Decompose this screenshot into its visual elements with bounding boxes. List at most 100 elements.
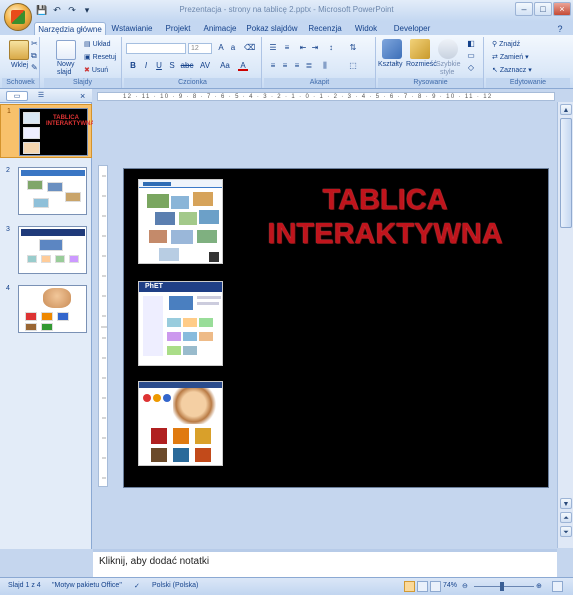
select-button[interactable]: ↖ Zaznacz ▾: [492, 66, 532, 74]
bold-button[interactable]: B: [128, 61, 138, 71]
office-button[interactable]: [4, 3, 32, 31]
shapes-button[interactable]: Kształty: [378, 61, 403, 68]
reset-button[interactable]: ▣ Resetuj: [84, 53, 116, 61]
slide-image-website-2[interactable]: PhET: [138, 281, 223, 366]
quick-styles-button[interactable]: Szybkie: [436, 61, 461, 68]
shapes-icon[interactable]: [382, 39, 402, 59]
shadow-button[interactable]: S: [167, 61, 177, 71]
slideshow-view-button[interactable]: [430, 581, 441, 592]
slide-image-website-3[interactable]: [138, 381, 223, 466]
vertical-scrollbar[interactable]: ▲ ▼ ⏶ ⏷: [557, 102, 573, 548]
undo-icon[interactable]: ↶: [51, 4, 63, 16]
smartart-icon[interactable]: ⬚: [348, 61, 358, 71]
shape-effects-icon[interactable]: ◇: [466, 63, 476, 73]
layout-button[interactable]: ▤ Układ: [84, 40, 110, 48]
tab-animations[interactable]: Animacje: [200, 22, 240, 36]
copy-icon[interactable]: ⧉: [31, 51, 37, 61]
grow-font-icon[interactable]: A: [216, 43, 226, 53]
numbering-icon[interactable]: ≡: [282, 43, 292, 53]
tab-design[interactable]: Projekt: [162, 22, 194, 36]
new-slide-button[interactable]: Nowy: [57, 61, 75, 68]
language-indicator[interactable]: Polski (Polska): [152, 582, 198, 589]
paste-button[interactable]: Wklej: [11, 62, 28, 69]
columns-icon[interactable]: ⫼: [320, 61, 330, 71]
tab-slideshow[interactable]: Pokaz slajdów: [246, 22, 298, 36]
tab-view[interactable]: Widok: [350, 22, 382, 36]
shape-fill-icon[interactable]: ◧: [466, 39, 476, 49]
italic-button[interactable]: I: [141, 61, 151, 71]
scrollbar-thumb[interactable]: [560, 118, 572, 228]
horizontal-ruler[interactable]: 12 · 11 · 10 · 9 · 8 · 7 · 6 · 5 · 4 · 3…: [97, 92, 555, 101]
find-button[interactable]: ⚲ Znajdź: [492, 40, 520, 48]
slide-thumbnail-4[interactable]: 4: [0, 282, 92, 336]
text-direction-icon[interactable]: ⇅: [348, 43, 358, 53]
font-size-input[interactable]: 12: [188, 43, 212, 54]
bullets-icon[interactable]: ☰: [268, 43, 278, 53]
arrange-icon[interactable]: [410, 39, 430, 59]
minimize-button[interactable]: –: [515, 2, 533, 16]
redo-icon[interactable]: ↷: [66, 4, 78, 16]
next-slide-button[interactable]: ⏷: [560, 526, 572, 537]
notes-pane[interactable]: Kliknij, aby dodać notatki: [93, 549, 557, 577]
zoom-level[interactable]: 74%: [443, 582, 457, 589]
spellcheck-icon[interactable]: ✓: [134, 582, 140, 590]
close-pane-icon[interactable]: ×: [80, 91, 85, 101]
help-icon[interactable]: ?: [553, 22, 567, 36]
tab-outline-pane[interactable]: ☰: [32, 91, 50, 101]
new-slide-icon[interactable]: [56, 40, 76, 60]
slide-thumbnail-3[interactable]: 3: [0, 223, 92, 277]
tab-home[interactable]: Narzędzia główne: [34, 22, 106, 36]
slide-thumbnail-2[interactable]: 2: [0, 164, 92, 218]
slide-sorter-view-button[interactable]: [417, 581, 428, 592]
increase-indent-icon[interactable]: ⇥: [310, 43, 320, 53]
align-center-icon[interactable]: ≡: [280, 61, 290, 71]
previous-slide-button[interactable]: ⏶: [560, 512, 572, 523]
change-case-button[interactable]: Aa: [218, 61, 232, 71]
justify-icon[interactable]: ≣: [304, 61, 314, 71]
align-right-icon[interactable]: ≡: [292, 61, 302, 71]
save-icon[interactable]: 💾: [36, 4, 48, 16]
slides-pane-tabs: ▭ ☰ ×: [0, 89, 92, 103]
tab-developer[interactable]: Developer: [390, 22, 434, 36]
tab-review[interactable]: Recenzja: [306, 22, 344, 36]
clear-format-icon[interactable]: ⌫: [244, 43, 255, 53]
normal-view-button[interactable]: [404, 581, 415, 592]
replace-label: Zamień: [499, 54, 524, 61]
char-spacing-button[interactable]: AV: [198, 61, 212, 71]
decrease-indent-icon[interactable]: ⇤: [298, 43, 308, 53]
align-left-icon[interactable]: ≡: [268, 61, 278, 71]
format-painter-icon[interactable]: ✎: [31, 63, 38, 72]
line-spacing-icon[interactable]: ↕: [326, 43, 336, 53]
delete-slide-button[interactable]: ✖ Usuń: [84, 66, 108, 74]
strikethrough-button[interactable]: abc: [180, 61, 194, 71]
fit-to-window-button[interactable]: [552, 581, 563, 592]
shape-outline-icon[interactable]: ▭: [466, 51, 476, 61]
slide-title[interactable]: TABLICA INTERAKTYWNA: [240, 183, 530, 251]
cut-icon[interactable]: ✂: [31, 39, 38, 48]
close-button[interactable]: ×: [553, 2, 571, 16]
customize-qat-icon[interactable]: ▾: [81, 4, 93, 16]
zoom-slider-track[interactable]: [474, 586, 534, 587]
zoom-out-button[interactable]: ⊖: [462, 582, 468, 590]
theme-name[interactable]: "Motyw pakietu Office": [52, 582, 122, 589]
zoom-slider-thumb[interactable]: [500, 582, 504, 591]
layout-label: Układ: [92, 41, 111, 48]
shrink-font-icon[interactable]: a: [228, 43, 238, 53]
replace-button[interactable]: ⇄ Zamień ▾: [492, 53, 529, 61]
scroll-up-button[interactable]: ▲: [560, 104, 572, 115]
font-name-input[interactable]: [126, 43, 186, 54]
maximize-button[interactable]: □: [534, 2, 552, 16]
zoom-in-button[interactable]: ⊕: [536, 582, 542, 590]
tab-insert[interactable]: Wstawianie: [110, 22, 154, 36]
vertical-ruler[interactable]: [98, 165, 108, 487]
font-color-button[interactable]: A: [238, 61, 248, 71]
arrange-button[interactable]: Rozmieść: [406, 61, 437, 68]
paste-icon[interactable]: [9, 40, 29, 60]
slide-thumbnail-1[interactable]: 1 TABLICA INTERAKTYWNA: [0, 104, 95, 158]
slide-image-website-1[interactable]: [138, 179, 223, 264]
tab-slides-pane[interactable]: ▭: [6, 91, 28, 101]
underline-button[interactable]: U: [154, 61, 164, 71]
slide-canvas[interactable]: TABLICA INTERAKTYWNA PhET: [123, 168, 549, 488]
quick-styles-icon[interactable]: [438, 39, 458, 59]
scroll-down-button[interactable]: ▼: [560, 498, 572, 509]
